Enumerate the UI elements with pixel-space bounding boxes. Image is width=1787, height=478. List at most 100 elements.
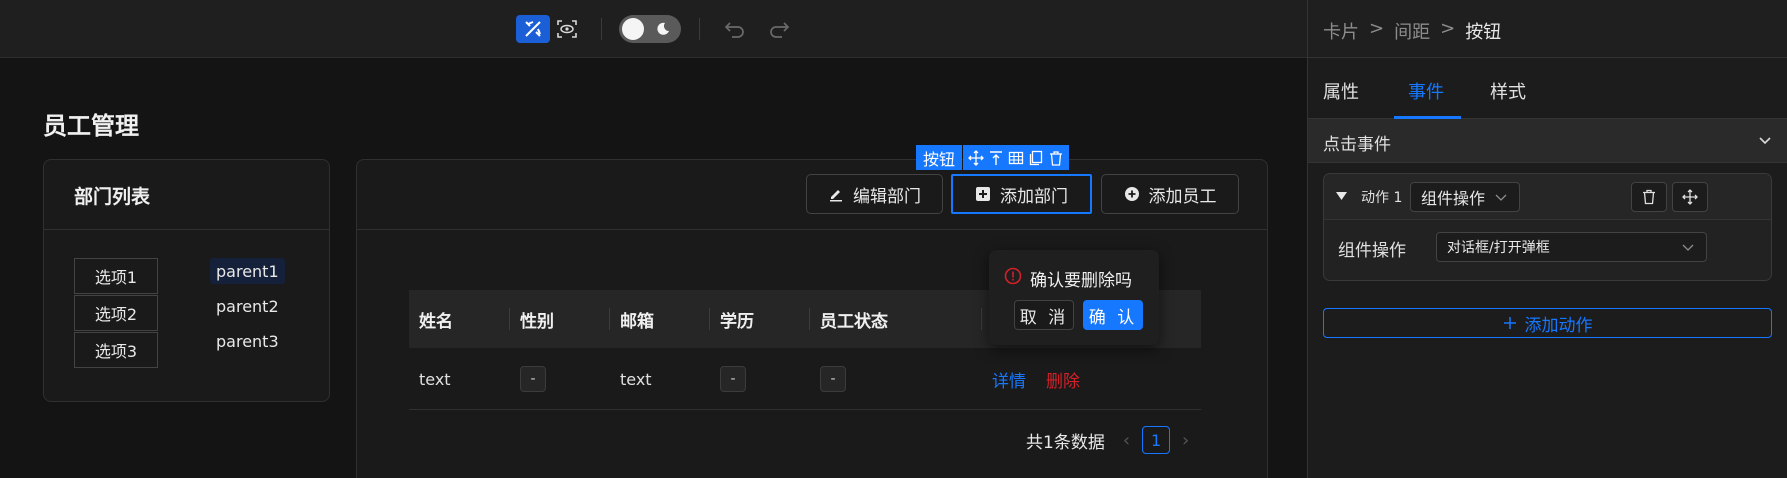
tab-properties[interactable]: 属性 [1323,78,1359,104]
properties-panel: 卡片 > 间距 > 按钮 属性 事件 样式 点击事件 动作 1 组件操作 组件操… [1307,0,1787,478]
delete-action-button[interactable] [1631,182,1667,212]
option-item[interactable]: 选项2 [74,295,158,331]
breadcrumb-item[interactable]: 卡片 [1323,18,1359,44]
toggle-knob [622,18,644,40]
trash-icon [1643,189,1655,205]
toolbar-divider [699,18,700,40]
warning-icon [1004,267,1022,285]
edit-icon [830,190,842,202]
status-tag: - [820,366,846,392]
chevron-down-icon [1495,194,1507,201]
panel-header: 卡片 > 间距 > 按钮 [1308,0,1787,58]
next-page-icon[interactable]: › [1182,430,1189,451]
design-canvas: 员工管理 部门列表 选项1 选项2 选项3 parent1 parent2 pa… [0,58,1307,478]
delete-icon[interactable] [1048,150,1064,166]
chevron-down-icon [1759,137,1771,145]
delete-link[interactable]: 删除 [1046,367,1080,392]
option-item[interactable]: 选项1 [74,258,158,294]
edit-dept-button[interactable]: 编辑部门 [806,174,943,214]
preview-icon[interactable] [550,15,584,43]
column-header: 学历 [720,311,754,332]
add-employee-button[interactable]: 添加员工 [1101,174,1239,214]
delete-popconfirm: 确认要删除吗 取 消 确 认 [989,250,1159,345]
action-card: 动作 1 组件操作 组件操作 对话框/打开弹框 [1323,173,1772,281]
plus-icon [1503,317,1516,329]
cell-actions: 详情 删除 [992,348,1080,410]
click-event-section[interactable]: 点击事件 [1308,119,1787,163]
component-tools [963,145,1070,170]
column-divider [981,308,982,330]
plus-square-icon [976,187,990,201]
plus-circle-icon [1124,187,1139,201]
cell-education: - [720,348,746,410]
table-icon[interactable] [1008,150,1024,166]
app-root: 员工管理 部门列表 选项1 选项2 选项3 parent1 parent2 pa… [0,0,1787,478]
button-label: 编辑部门 [853,186,921,207]
move-icon [1682,189,1698,205]
select-parent-icon[interactable] [988,150,1004,166]
moon-icon [657,22,669,35]
page-number[interactable]: 1 [1142,426,1171,454]
redo-icon[interactable] [762,15,796,43]
popconfirm-text: 确认要删除吗 [1030,271,1132,291]
copy-icon[interactable] [1028,150,1044,166]
pagination-total: 共1条数据 [1026,432,1105,453]
breadcrumb-separator: > [1369,18,1385,39]
cell-email: text [620,369,652,389]
panel-tabs: 属性 事件 样式 [1308,58,1787,119]
add-dept-button[interactable]: 添加部门 [951,174,1092,214]
column-divider [809,308,810,330]
cell-name: text [419,369,451,389]
history-controls [718,14,796,44]
tree-node[interactable]: parent1 [210,258,285,284]
confirm-button[interactable]: 确 认 [1083,300,1143,330]
select-value: 组件操作 [1421,189,1486,208]
column-divider [709,308,710,330]
breadcrumb-item[interactable]: 间距 [1394,18,1430,44]
undo-icon[interactable] [718,15,752,43]
drag-action-button[interactable] [1672,182,1708,212]
selected-component-toolbar: 按钮 [916,145,1070,170]
add-action-button[interactable]: 添加动作 [1323,308,1772,338]
action-type-select[interactable]: 组件操作 [1410,182,1520,212]
column-divider [609,308,610,330]
dept-list-card[interactable]: 部门列表 选项1 选项2 选项3 parent1 parent2 parent3 [43,159,330,402]
page-title: 员工管理 [43,112,139,140]
mode-switch [516,14,584,44]
option-item[interactable]: 选项3 [74,332,158,368]
pagination: 共1条数据 ‹ 1 › [1026,425,1189,455]
component-action-select[interactable]: 对话框/打开弹框 [1436,232,1707,262]
cancel-button[interactable]: 取 消 [1014,300,1074,330]
card-title: 部门列表 [74,186,151,208]
tab-events[interactable]: 事件 [1408,78,1444,104]
prev-page-icon[interactable]: ‹ [1123,430,1130,451]
action-label: 动作 1 [1361,190,1403,206]
tree-node[interactable]: parent3 [210,328,285,354]
toolbar-divider [601,18,602,40]
theme-toggle[interactable] [619,15,681,43]
cell-gender: - [520,348,546,410]
button-label: 添加员工 [1148,186,1217,207]
design-mode-icon[interactable] [516,15,550,43]
move-icon[interactable] [968,149,984,166]
column-header: 姓名 [419,311,453,332]
caret-down-icon[interactable] [1336,192,1347,201]
tree-node[interactable]: parent2 [210,293,285,319]
cell-status: - [820,348,846,410]
table-row[interactable]: text - text - - 详情 删除 [409,348,1201,410]
column-divider [509,308,510,330]
column-header: 员工状态 [820,311,888,332]
select-value: 对话框/打开弹框 [1447,240,1550,256]
button-label: 添加部门 [1000,186,1068,207]
breadcrumb-current: 按钮 [1465,22,1502,43]
education-tag: - [720,366,746,392]
column-header: 邮箱 [620,311,654,332]
card-header: 部门列表 [44,160,329,230]
section-title: 点击事件 [1323,135,1391,155]
tab-styles[interactable]: 样式 [1490,78,1526,104]
detail-link[interactable]: 详情 [992,367,1026,392]
breadcrumb: 卡片 > 间距 > 按钮 [1323,18,1501,44]
component-type-label: 按钮 [916,145,963,170]
top-toolbar [0,0,1307,58]
button-label: 添加动作 [1524,315,1593,336]
